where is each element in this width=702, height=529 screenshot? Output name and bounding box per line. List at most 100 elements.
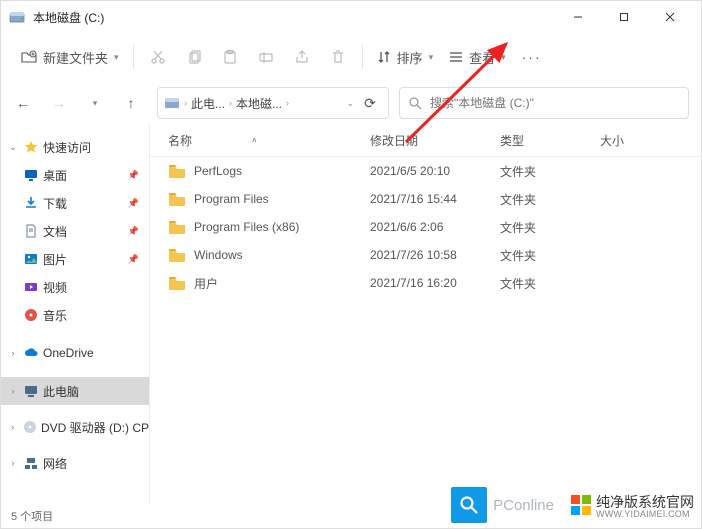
folder-icon	[168, 164, 186, 178]
drive-icon	[164, 95, 180, 111]
file-list: 名称˄ 修改日期 类型 大小 PerfLogs2021/6/5 20:10文件夹…	[150, 125, 701, 504]
sidebar: ⌄快速访问 桌面📌 下载📌 文档📌 图片📌 视频 音乐 ›OneDrive ›此…	[1, 125, 150, 504]
address-row: ← → ▾ ↑ › 此电... › 本地磁... › ⌄ ⟳	[1, 81, 701, 125]
paste-button[interactable]	[212, 39, 248, 75]
view-button[interactable]: 查看 ▾	[441, 39, 514, 75]
sidebar-music[interactable]: 音乐	[1, 301, 149, 329]
sidebar-documents[interactable]: 文档📌	[1, 217, 149, 245]
file-date: 2021/6/6 2:06	[370, 220, 500, 234]
file-date: 2021/7/16 16:20	[370, 276, 500, 290]
cloud-icon	[23, 345, 39, 361]
table-row[interactable]: Program Files2021/7/16 15:44文件夹	[150, 185, 701, 213]
search-bar[interactable]	[399, 87, 689, 119]
file-type: 文件夹	[500, 247, 600, 264]
up-button[interactable]: ↑	[115, 87, 147, 119]
folder-icon	[168, 220, 186, 234]
chevron-right-icon: ›	[184, 98, 187, 108]
view-icon	[449, 50, 463, 64]
delete-button[interactable]	[320, 39, 356, 75]
minimize-button[interactable]	[555, 1, 601, 33]
sidebar-onedrive[interactable]: ›OneDrive	[1, 339, 149, 367]
new-folder-icon	[21, 49, 37, 65]
sidebar-quick-access[interactable]: ⌄快速访问	[1, 133, 149, 161]
chevron-down-icon: ▾	[429, 52, 434, 63]
separator	[362, 45, 363, 69]
search-input[interactable]	[430, 96, 680, 110]
sidebar-videos[interactable]: 视频	[1, 273, 149, 301]
column-date[interactable]: 修改日期	[370, 132, 500, 149]
file-type: 文件夹	[500, 191, 600, 208]
sort-asc-icon: ˄	[252, 136, 257, 145]
chevron-right-icon: ›	[286, 98, 289, 108]
sidebar-downloads[interactable]: 下载📌	[1, 189, 149, 217]
copy-button[interactable]	[176, 39, 212, 75]
network-icon	[23, 455, 39, 471]
item-count: 5 个项目	[11, 508, 53, 524]
table-row[interactable]: PerfLogs2021/6/5 20:10文件夹	[150, 157, 701, 185]
address-bar[interactable]: › 此电... › 本地磁... › ⌄ ⟳	[157, 87, 389, 119]
status-bar: 5 个项目	[1, 504, 701, 528]
sort-button[interactable]: 排序 ▾	[369, 39, 442, 75]
window-title: 本地磁盘 (C:)	[33, 9, 555, 26]
file-name: 用户	[194, 275, 218, 292]
more-button[interactable]: ···	[514, 39, 550, 75]
sidebar-network[interactable]: ›网络	[1, 449, 149, 477]
folder-icon	[168, 276, 186, 290]
file-type: 文件夹	[500, 219, 600, 236]
new-folder-label: 新建文件夹	[43, 48, 108, 67]
pin-icon: 📌	[128, 226, 139, 237]
close-button[interactable]	[647, 1, 693, 33]
view-label: 查看	[469, 48, 495, 67]
column-headers: 名称˄ 修改日期 类型 大小	[150, 125, 701, 157]
column-type[interactable]: 类型	[500, 132, 600, 149]
table-row[interactable]: Program Files (x86) 2021/6/6 2:06文件夹	[150, 213, 701, 241]
cut-button[interactable]	[140, 39, 176, 75]
sort-icon	[377, 50, 391, 64]
file-date: 2021/7/26 10:58	[370, 248, 500, 262]
file-name: Program Files	[194, 192, 269, 206]
file-type: 文件夹	[500, 275, 600, 292]
share-button[interactable]	[284, 39, 320, 75]
addr-chevron[interactable]: ⌄	[346, 98, 354, 109]
expand-icon: ›	[7, 422, 18, 432]
chevron-down-icon: ▾	[501, 52, 506, 63]
pin-icon: 📌	[128, 254, 139, 265]
expand-icon: ›	[7, 386, 19, 396]
expand-icon: ›	[7, 458, 19, 468]
music-icon	[23, 307, 39, 323]
folder-icon	[168, 248, 186, 262]
toolbar: 新建文件夹 ▾ 排序 ▾ 查看 ▾ ···	[1, 33, 701, 81]
search-icon	[408, 96, 422, 110]
rename-button[interactable]	[248, 39, 284, 75]
file-name: Windows	[194, 248, 243, 262]
pc-icon	[23, 383, 39, 399]
new-folder-button[interactable]: 新建文件夹 ▾	[13, 39, 127, 75]
desktop-icon	[23, 167, 39, 183]
disc-icon	[22, 419, 37, 435]
column-name[interactable]: 名称˄	[150, 132, 370, 149]
refresh-button[interactable]: ⟳	[358, 87, 382, 119]
sidebar-this-pc[interactable]: ›此电脑	[1, 377, 149, 405]
column-size[interactable]: 大小	[600, 132, 701, 149]
document-icon	[23, 223, 39, 239]
breadcrumb-item[interactable]: 本地磁...	[236, 95, 282, 112]
expand-icon: ›	[7, 348, 19, 358]
table-row[interactable]: 用户 2021/7/16 16:20文件夹	[150, 269, 701, 297]
sidebar-desktop[interactable]: 桌面📌	[1, 161, 149, 189]
sort-label: 排序	[397, 48, 423, 67]
sidebar-dvd[interactable]: ›DVD 驱动器 (D:) CP	[1, 413, 149, 441]
forward-button[interactable]: →	[43, 87, 75, 119]
sidebar-pictures[interactable]: 图片📌	[1, 245, 149, 273]
drive-icon	[9, 9, 25, 25]
breadcrumb-item[interactable]: 此电...	[191, 95, 225, 112]
table-row[interactable]: Windows 2021/7/26 10:58文件夹	[150, 241, 701, 269]
chevron-down-icon: ▾	[114, 52, 119, 63]
back-button[interactable]: ←	[7, 87, 39, 119]
recent-button[interactable]: ▾	[79, 87, 111, 119]
file-type: 文件夹	[500, 163, 600, 180]
chevron-right-icon: ›	[229, 98, 232, 108]
file-name: Program Files (x86)	[194, 220, 299, 234]
maximize-button[interactable]	[601, 1, 647, 33]
pin-icon: 📌	[128, 198, 139, 209]
video-icon	[23, 279, 39, 295]
